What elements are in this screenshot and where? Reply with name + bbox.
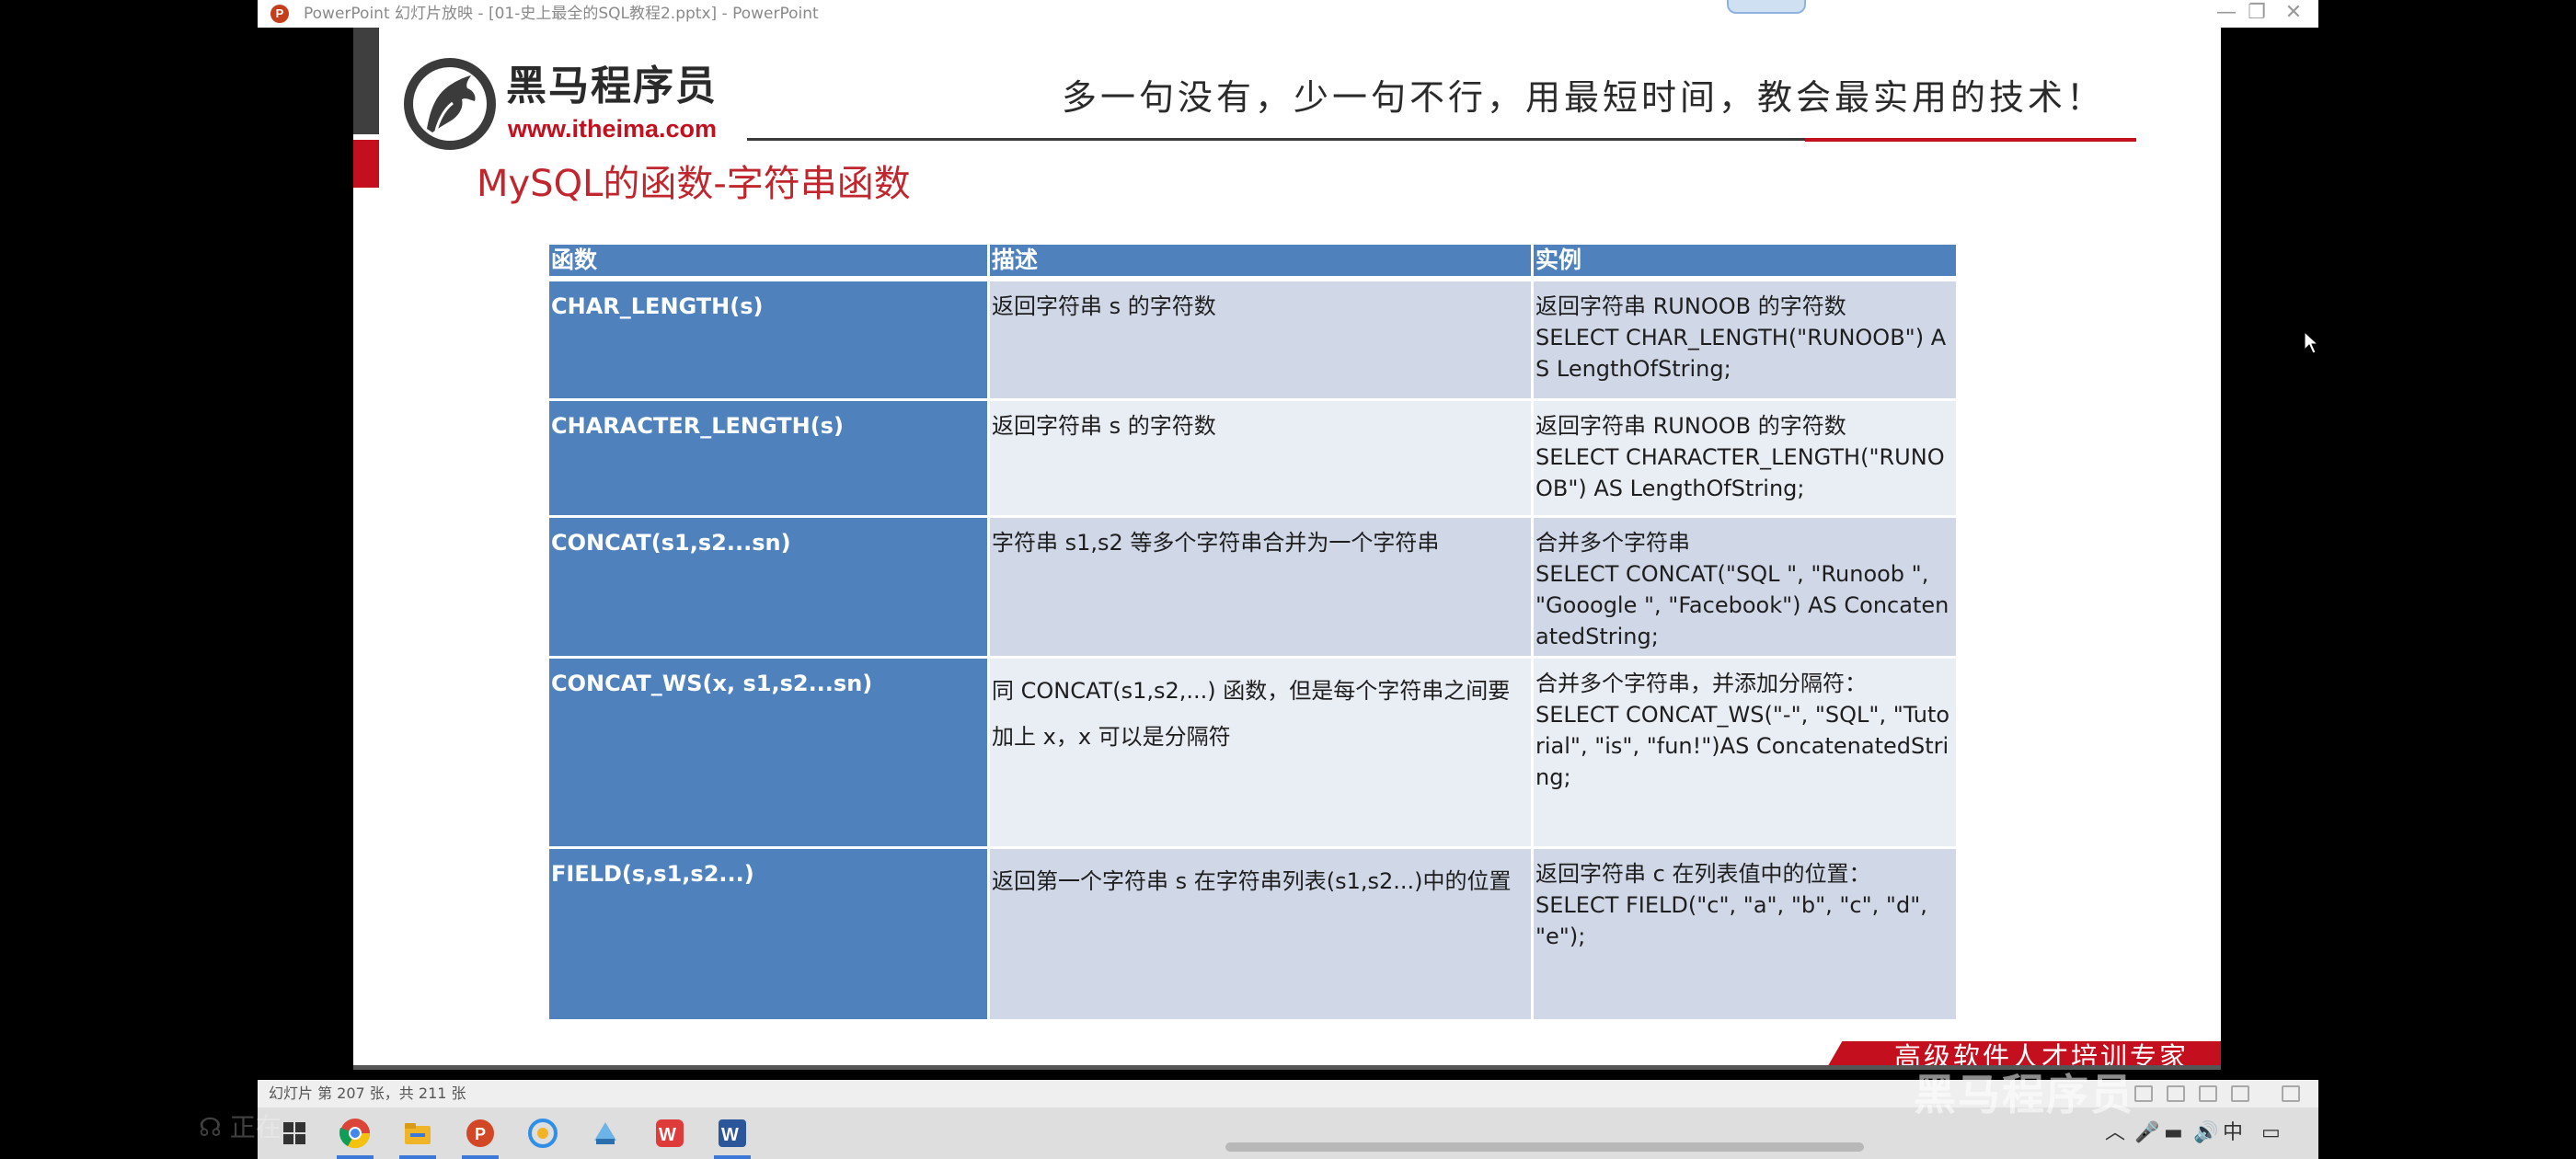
table-row: FIELD(s,s1,s2...) 返回第一个字符串 s 在字符串列表(s1,s… — [546, 845, 1959, 1022]
logo-url: www.itheima.com — [508, 115, 718, 143]
function-cell: CONCAT(s1,s2...sn) — [546, 514, 990, 659]
window-titlebar: PowerPoint 幻灯片放映 - [01-史上最全的SQL教程2.pptx]… — [258, 0, 2318, 28]
tray-chevron-icon[interactable]: ︿ — [2105, 1120, 2125, 1146]
example-sql: SELECT CHARACTER_LENGTH("RUNOOB") AS Len… — [1535, 443, 1945, 501]
battery-icon[interactable]: ▬ — [2164, 1120, 2183, 1146]
function-cell: FIELD(s,s1,s2...) — [546, 845, 990, 1022]
slide-heading: MySQL的函数-字符串函数 — [477, 163, 911, 205]
svg-text:W: W — [721, 1125, 739, 1145]
active-app-indicator — [337, 1155, 374, 1159]
window-drag-handle[interactable] — [1727, 0, 1806, 14]
function-cell: CHAR_LENGTH(s) — [546, 277, 990, 401]
table-header-row: 函数 描述 实例 — [546, 242, 1959, 281]
svg-text:W: W — [659, 1125, 676, 1145]
file-explorer-icon[interactable] — [401, 1117, 434, 1150]
logo-name: 黑马程序员 — [506, 63, 718, 109]
horizontal-scrollbar[interactable] — [1225, 1142, 1864, 1152]
example-caption: 合并多个字符串 — [1535, 529, 1690, 556]
app-icon[interactable] — [589, 1117, 622, 1150]
function-cell: CHARACTER_LENGTH(s) — [546, 397, 990, 518]
slide-sorter-icon[interactable] — [2167, 1085, 2185, 1102]
word-icon[interactable]: W — [716, 1117, 749, 1150]
description-cell: 返回第一个字符串 s 在字符串列表(s1,s2...)中的位置 — [987, 845, 1534, 1022]
table-row: CHARACTER_LENGTH(s) 返回字符串 s 的字符数 返回字符串 R… — [546, 397, 1959, 518]
function-cell: CONCAT_WS(x, s1,s2...sn) — [546, 655, 990, 849]
powerpoint-app-icon — [270, 5, 289, 23]
example-cell: 合并多个字符串 SELECT CONCAT("SQL ", "Runoob ",… — [1531, 514, 1959, 659]
example-caption: 返回字符串 RUNOOB 的字符数 — [1535, 293, 1846, 319]
wps-icon[interactable]: W — [653, 1117, 686, 1150]
example-caption: 返回字符串 RUNOOB 的字符数 — [1535, 412, 1846, 439]
mouse-cursor-icon — [2304, 331, 2318, 354]
left-accent-bar-dark — [353, 28, 379, 134]
active-app-indicator — [714, 1155, 751, 1159]
description-cell: 字符串 s1,s2 等多个字符串合并为一个字符串 — [987, 514, 1534, 659]
close-button[interactable]: ✕ — [2268, 0, 2319, 28]
description-cell: 返回字符串 s 的字符数 — [987, 277, 1534, 401]
header-divider-red — [1805, 138, 2136, 142]
example-cell: 返回字符串 RUNOOB 的字符数 SELECT CHARACTER_LENGT… — [1531, 397, 1959, 518]
example-sql: SELECT CHAR_LENGTH("RUNOOB") AS LengthOf… — [1535, 325, 1947, 382]
example-caption: 返回字符串 c 在列表值中的位置： — [1535, 860, 1871, 887]
chat-bubble-icon: ☊ — [199, 1112, 222, 1142]
slogan: 多一句没有，少一句不行，用最短时间，教会最实用的技术！ — [1062, 77, 2106, 118]
notification-icon[interactable]: ▭ — [2261, 1120, 2281, 1146]
example-sql: SELECT CONCAT_WS("-", "SQL", "Tutorial",… — [1535, 701, 1950, 790]
description-cell: 同 CONCAT(s1,s2,...) 函数，但是每个字符串之间要加上 x，x … — [987, 655, 1534, 849]
table-row: CONCAT_WS(x, s1,s2...sn) 同 CONCAT(s1,s2,… — [546, 655, 1959, 849]
reading-view-icon[interactable] — [2199, 1085, 2217, 1102]
column-header-function: 函数 — [546, 242, 990, 281]
table-row: CONCAT(s1,s2...sn) 字符串 s1,s2 等多个字符串合并为一个… — [546, 514, 1959, 659]
active-app-indicator — [462, 1155, 499, 1159]
microphone-icon[interactable]: 🎤 — [2134, 1120, 2159, 1146]
left-accent-bar-red — [353, 140, 379, 188]
watermark-left: ☊ 正在 — [199, 1109, 282, 1146]
browser-icon[interactable] — [526, 1117, 559, 1150]
slideshow-view-icon[interactable] — [2231, 1085, 2249, 1102]
string-functions-table: 函数 描述 实例 CHAR_LENGTH(s) 返回字符串 s 的字符数 返回字… — [546, 242, 1959, 1022]
description-cell: 返回字符串 s 的字符数 — [987, 397, 1534, 518]
column-header-example: 实例 — [1531, 242, 1959, 281]
example-cell: 返回字符串 c 在列表值中的位置： SELECT FIELD("c", "a",… — [1531, 845, 1959, 1022]
slide-canvas[interactable]: 黑马程序员 www.itheima.com 多一句没有，少一句不行，用最短时间，… — [353, 28, 2221, 1070]
chrome-icon[interactable] — [339, 1117, 372, 1150]
fit-slide-icon[interactable] — [2282, 1085, 2300, 1102]
example-cell: 返回字符串 RUNOOB 的字符数 SELECT CHAR_LENGTH("RU… — [1531, 277, 1959, 401]
example-sql: SELECT CONCAT("SQL ", "Runoob ", "Gooogl… — [1535, 560, 1949, 649]
example-caption: 合并多个字符串，并添加分隔符： — [1535, 670, 1867, 696]
svg-text:P: P — [475, 1125, 486, 1143]
table-row: CHAR_LENGTH(s) 返回字符串 s 的字符数 返回字符串 RUNOOB… — [546, 277, 1959, 401]
input-method-icon[interactable]: 中 — [2223, 1120, 2243, 1146]
slide-counter: 幻灯片 第 207 张，共 211 张 — [269, 1084, 466, 1102]
watermark-right: 黑马程序员 — [1914, 1070, 2134, 1119]
horse-logo-icon — [404, 58, 496, 150]
window-title: PowerPoint 幻灯片放映 - [01-史上最全的SQL教程2.pptx]… — [304, 5, 819, 23]
column-header-description: 描述 — [987, 242, 1534, 281]
example-sql: SELECT FIELD("c", "a", "b", "c", "d", "e… — [1535, 891, 1927, 949]
windows-start-icon[interactable] — [278, 1117, 311, 1150]
watermark-left-text: 正在 — [229, 1112, 282, 1142]
volume-icon[interactable]: 🔊 — [2193, 1120, 2218, 1146]
powerpoint-icon[interactable]: P — [464, 1117, 497, 1150]
active-app-indicator — [399, 1155, 436, 1159]
normal-view-icon[interactable] — [2134, 1085, 2153, 1102]
example-cell: 合并多个字符串，并添加分隔符： SELECT CONCAT_WS("-", "S… — [1531, 655, 1959, 849]
